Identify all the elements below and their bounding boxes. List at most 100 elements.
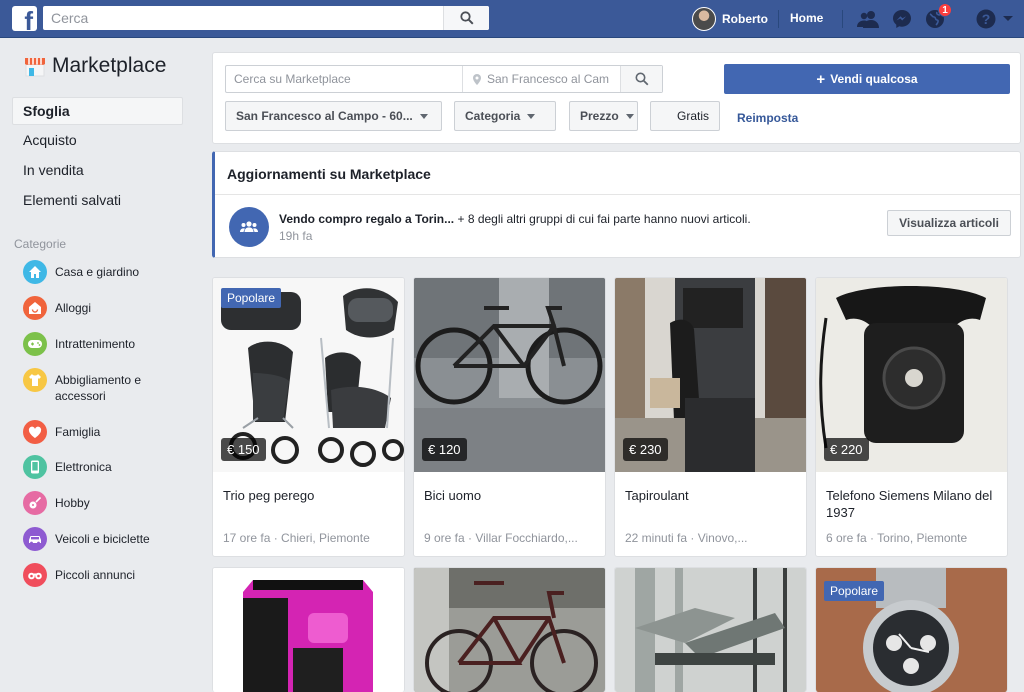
category-clothing-accessories[interactable]: Abbigliamento e accessori (23, 368, 165, 404)
search-icon (635, 72, 648, 86)
listing-card[interactable]: € 220 Telefono Siemens Milano del 1937 6… (815, 277, 1008, 557)
nav-browse[interactable]: Sfoglia (12, 97, 183, 125)
storefront-icon (25, 58, 45, 77)
sell-something-button[interactable]: + Vendi qualcosa (724, 64, 1010, 94)
category-electronics[interactable]: Elettronica (23, 455, 165, 479)
caret-down-icon (419, 113, 428, 119)
price-tag: € 120 (422, 438, 467, 461)
sell-button-label: Vendi qualcosa (830, 72, 918, 86)
facebook-logo[interactable]: f (12, 6, 37, 31)
category-hobby[interactable]: Hobby (23, 491, 165, 515)
listing-meta: 22 minuti fa · Vinovo,... (625, 531, 748, 545)
price-filter-label: Prezzo (580, 109, 619, 123)
top-navigation-bar: f Roberto Home 1 ? (0, 0, 1024, 38)
caret-down-icon (625, 113, 634, 119)
update-timestamp: 19h fa (279, 229, 313, 243)
help-button[interactable]: ? (974, 7, 998, 31)
account-menu-button[interactable] (996, 7, 1020, 31)
car-icon (23, 527, 47, 551)
divider (842, 10, 843, 28)
group-name-link[interactable]: Vendo compro regalo a Torin... (279, 212, 454, 226)
listing-title: Bici uomo (424, 488, 482, 503)
listing-title: Trio peg perego (223, 488, 315, 503)
listing-card[interactable]: € 120 Bici uomo 9 ore fa · Villar Focchi… (413, 277, 606, 557)
location-field[interactable] (462, 66, 622, 92)
messenger-icon (893, 10, 911, 28)
notification-count-badge: 1 (938, 3, 952, 17)
categories-header: Categorie (14, 237, 67, 251)
category-entertainment[interactable]: Intrattenimento (23, 332, 165, 356)
category-family[interactable]: Famiglia (23, 420, 165, 444)
category-filter-label: Categoria (465, 109, 521, 123)
plus-icon: + (816, 70, 826, 88)
nav-selling[interactable]: In vendita (12, 156, 183, 184)
shirt-icon (23, 368, 47, 392)
price-tag: € 220 (824, 438, 869, 461)
category-label: Piccoli annunci (55, 568, 136, 582)
divider (215, 194, 1020, 195)
messages-button[interactable] (890, 7, 914, 31)
location-input[interactable] (487, 67, 613, 91)
guitar-icon (23, 491, 47, 515)
category-classifieds[interactable]: Piccoli annunci (23, 563, 165, 587)
price-filter-dropdown[interactable]: Prezzo (569, 101, 638, 131)
category-housing[interactable]: Alloggi (23, 296, 165, 320)
location-filter-dropdown[interactable]: San Francesco al Campo - 60... (225, 101, 442, 131)
building-icon (23, 296, 47, 320)
listing-meta: 9 ore fa · Villar Focchiardo,... (424, 531, 578, 545)
listing-card[interactable]: Popolare € 150 Trio peg perego 17 ore fa… (212, 277, 405, 557)
category-label: Hobby (55, 496, 90, 510)
listing-title: Telefono Siemens Milano del 1937 (826, 488, 993, 520)
category-filter-dropdown[interactable]: Categoria (454, 101, 556, 131)
global-search-input[interactable] (43, 6, 433, 30)
listing-card[interactable] (614, 567, 807, 692)
reset-filters-link[interactable]: Reimposta (737, 111, 798, 125)
marketplace-search-box (225, 65, 663, 93)
marketplace-search-button[interactable] (620, 66, 662, 92)
category-label: Famiglia (55, 425, 101, 439)
popular-badge: Popolare (221, 288, 282, 308)
popular-badge: Popolare (824, 581, 885, 601)
groups-icon (229, 207, 269, 247)
avatar (692, 7, 716, 31)
category-label: Casa e giardino (55, 265, 140, 279)
house-icon (23, 260, 47, 284)
updates-title: Aggiornamenti su Marketplace (227, 166, 431, 182)
global-search (43, 6, 489, 30)
marketplace-heading[interactable]: Marketplace (24, 54, 166, 78)
view-items-button[interactable]: Visualizza articoli (887, 210, 1011, 236)
global-search-button[interactable] (443, 6, 489, 30)
listing-card[interactable]: € 230 Tapiroulant 22 minuti fa · Vinovo,… (614, 277, 807, 557)
location-pin-icon (473, 73, 481, 85)
caret-down-icon (527, 113, 536, 119)
search-icon (459, 11, 474, 25)
update-message: Vendo compro regalo a Torin... + 8 degli… (279, 212, 751, 226)
friend-requests-button[interactable] (856, 7, 880, 31)
free-filter-toggle[interactable]: Gratis (650, 101, 720, 131)
category-label: Elettronica (55, 460, 112, 474)
category-label: Alloggi (55, 301, 92, 315)
home-link[interactable]: Home (790, 11, 823, 25)
nav-buying[interactable]: Acquisto (12, 126, 183, 154)
marketplace-updates-panel: Aggiornamenti su Marketplace Vendo compr… (212, 151, 1021, 258)
binoculars-icon (23, 563, 47, 587)
nav-saved-items[interactable]: Elementi salvati (12, 186, 183, 214)
marketplace-search-input[interactable] (226, 66, 462, 92)
price-tag: € 230 (623, 438, 668, 461)
category-label: Veicoli e biciclette (55, 532, 150, 546)
category-vehicles-bicycles[interactable]: Veicoli e biciclette (23, 527, 165, 551)
listing-card[interactable]: Popolare (815, 567, 1008, 692)
listing-image-exercise-bench (615, 568, 806, 692)
category-label: Intrattenimento (55, 337, 136, 351)
listing-meta: 6 ore fa · Torino, Piemonte (826, 531, 968, 545)
friends-icon (857, 11, 879, 28)
category-label: Abbigliamento e accessori (55, 373, 142, 403)
listing-title: Tapiroulant (625, 488, 689, 503)
location-filter-label: San Francesco al Campo - 60... (236, 109, 413, 123)
profile-link[interactable]: Roberto (692, 6, 768, 32)
listing-image-coffee-machine (213, 568, 404, 692)
listing-card[interactable] (413, 567, 606, 692)
category-home-garden[interactable]: Casa e giardino (23, 260, 165, 284)
gamepad-icon (23, 332, 47, 356)
listing-card[interactable] (212, 567, 405, 692)
